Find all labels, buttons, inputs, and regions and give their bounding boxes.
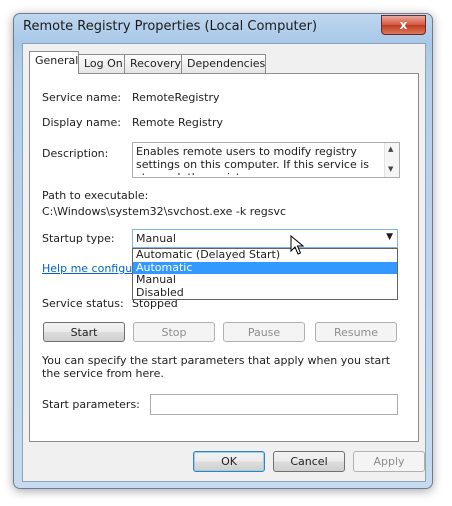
startup-type-value: Manual: [136, 232, 176, 245]
startup-type-dropdown[interactable]: Automatic (Delayed Start) Automatic Manu…: [132, 248, 398, 300]
help-configure-link[interactable]: Help me configure: [42, 262, 143, 275]
pause-button[interactable]: Pause: [223, 322, 305, 342]
option-automatic-delayed[interactable]: Automatic (Delayed Start): [133, 248, 397, 262]
service-name-label: Service name:: [42, 91, 122, 104]
service-status-label: Service status:: [42, 297, 124, 310]
tab-dependencies[interactable]: Dependencies: [181, 54, 266, 73]
mouse-cursor-icon: [290, 235, 304, 255]
tab-log-on[interactable]: Log On: [78, 54, 125, 73]
close-button[interactable]: x: [381, 15, 426, 35]
path-label: Path to executable:: [42, 189, 149, 202]
chevron-down-icon[interactable]: ▼: [386, 232, 393, 242]
start-button[interactable]: Start: [43, 322, 125, 342]
option-manual[interactable]: Manual: [133, 273, 397, 287]
resume-button[interactable]: Resume: [315, 322, 397, 342]
description-scrollbar[interactable]: ▲ ▼: [384, 143, 399, 177]
cancel-button[interactable]: Cancel: [273, 451, 345, 472]
tab-recovery[interactable]: Recovery: [124, 54, 182, 73]
description-label: Description:: [42, 147, 109, 160]
start-params-input[interactable]: [150, 394, 398, 415]
description-text: Enables remote users to modify registry …: [136, 145, 370, 175]
option-disabled[interactable]: Disabled: [133, 286, 397, 300]
scroll-down-icon[interactable]: ▼: [388, 165, 393, 173]
properties-window: Remote Registry Properties (Local Comput…: [13, 13, 433, 489]
start-params-label: Start parameters:: [42, 398, 140, 411]
path-value: C:\Windows\system32\svchost.exe -k regsv…: [42, 205, 287, 218]
display-name-value: Remote Registry: [132, 116, 223, 129]
description-box[interactable]: Enables remote users to modify registry …: [132, 142, 400, 178]
ok-button[interactable]: OK: [193, 451, 265, 472]
startup-type-label: Startup type:: [42, 232, 115, 245]
window-title: Remote Registry Properties (Local Comput…: [23, 19, 318, 34]
startup-type-select[interactable]: Manual ▼: [132, 229, 398, 248]
apply-button[interactable]: Apply: [353, 451, 425, 472]
scroll-up-icon[interactable]: ▲: [388, 145, 393, 153]
tab-general[interactable]: General: [29, 51, 79, 74]
dialog-client-area: General Log On Recovery Dependencies Ser…: [22, 43, 426, 482]
start-params-info: You can specify the start parameters tha…: [42, 354, 391, 380]
stop-button[interactable]: Stop: [133, 322, 215, 342]
general-panel: Service name: RemoteRegistry Display nam…: [29, 73, 419, 442]
service-name-value: RemoteRegistry: [132, 91, 220, 104]
display-name-label: Display name:: [42, 116, 121, 129]
